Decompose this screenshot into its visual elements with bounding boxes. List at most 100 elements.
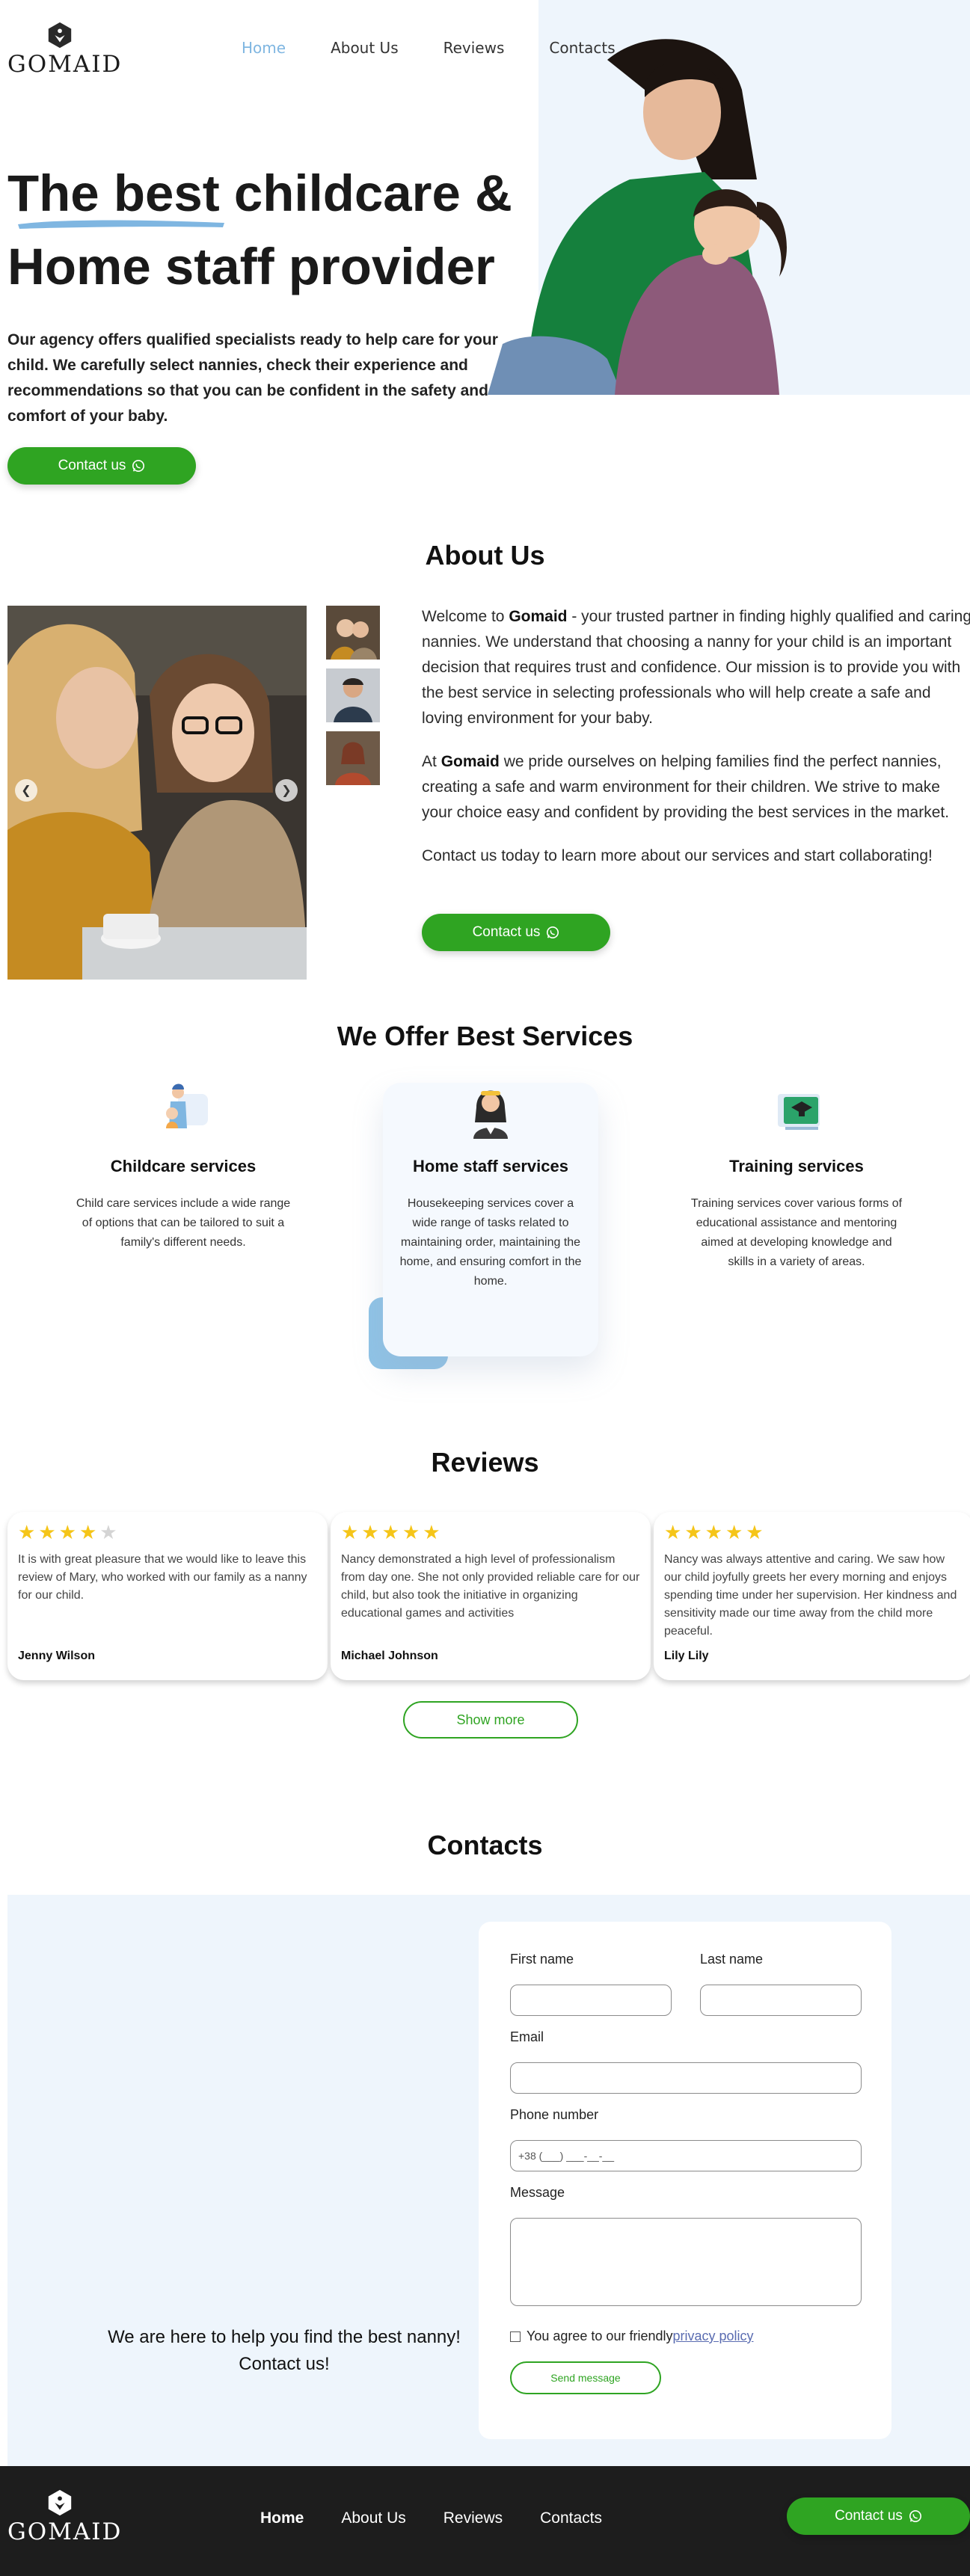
review-author: Michael Johnson [341,1650,438,1662]
hero-contact-button[interactable]: Contact us [7,447,196,485]
service-description: Housekeeping services cover a wide range… [399,1197,582,1288]
send-message-button[interactable]: Send message [510,2361,661,2394]
privacy-checkbox[interactable] [510,2331,521,2342]
footer-logo-text: GOMAID [7,2518,123,2545]
footer: GOMAID Home About Us Reviews Contacts Co… [0,2466,970,2576]
about-p2-prefix: At [422,753,441,770]
review-author: Lily Lily [664,1650,709,1662]
footer-nav-about-us[interactable]: About Us [341,2509,405,2527]
about-photo [7,606,307,980]
star-icon: ★ [79,1522,100,1544]
whatsapp-icon [909,2509,921,2523]
gomaid-logo-icon [48,22,72,49]
carousel-thumbnail[interactable] [326,606,380,660]
star-icon: ★ [664,1522,685,1544]
chevron-left-icon: ❮ [21,783,31,797]
about-carousel-image: ❮ ❯ [7,606,307,980]
about-p1-text: - your trusted partner in finding highly… [422,608,970,727]
chevron-right-icon: ❯ [281,783,292,797]
footer-contact-button[interactable]: Contact us [787,2497,970,2535]
review-author: Jenny Wilson [18,1650,95,1662]
whatsapp-icon [132,459,145,473]
review-card: ★★★★★ It is with great pleasure that we … [7,1512,328,1680]
phone-field[interactable]: +38 (___) ___-__-__ [510,2140,862,2171]
about-paragraph-2: At Gomaid we pride ourselves on helping … [422,749,970,826]
phone-label: Phone number [510,2107,599,2122]
star-icon: ★ [58,1522,79,1544]
review-text: Nancy was always attentive and caring. W… [664,1553,957,1638]
nav-home[interactable]: Home [242,39,286,57]
hero-description: Our agency offers qualified specialists … [7,331,498,425]
contacts-title: Contacts [427,1830,543,1860]
about-paragraph-1: Welcome to Gomaid - your trusted partner… [422,604,970,731]
privacy-policy-link[interactable]: privacy policy [672,2328,753,2344]
first-name-field[interactable] [510,1985,672,2016]
footer-nav: Home About Us Reviews Contacts [260,2509,602,2527]
message-label: Message [510,2185,565,2200]
review-text: It is with great pleasure that we would … [18,1553,307,1602]
show-more-button[interactable]: Show more [403,1701,578,1739]
star-rating: ★★★★★ [664,1519,963,1546]
star-icon: ★ [705,1522,725,1544]
footer-contact-button-label: Contact us [835,2508,903,2524]
footer-nav-home[interactable]: Home [260,2509,304,2527]
last-name-field[interactable] [700,1985,862,2016]
service-title: Training services [729,1157,864,1175]
carousel-thumbnail[interactable] [326,731,380,785]
star-icon: ★ [423,1522,443,1544]
hero-title: The best childcare & Home staff provider [7,157,576,304]
star-rating: ★★★★★ [18,1519,317,1546]
footer-nav-reviews[interactable]: Reviews [443,2509,503,2527]
about-text: Welcome to Gomaid - your trusted partner… [422,604,970,887]
privacy-text: You agree to our friendly [527,2328,673,2343]
hero-contact-button-label: Contact us [58,458,126,473]
service-training[interactable]: Training services Training services cove… [688,1080,905,1272]
star-icon: ★ [18,1522,39,1544]
hero-title-line1: The best childcare & [7,165,512,222]
star-icon: ★ [99,1522,120,1544]
star-icon: ★ [725,1522,746,1544]
star-icon: ★ [402,1522,423,1544]
services-title: We Offer Best Services [337,1021,633,1051]
email-field[interactable] [510,2062,862,2094]
message-textarea[interactable] [510,2218,862,2306]
footer-logo[interactable]: GOMAID [7,2489,123,2545]
training-icon [778,1094,820,1130]
about-p1-brand: Gomaid [509,608,568,625]
carousel-prev-arrow[interactable]: ❮ [15,779,37,802]
about-contact-button[interactable]: Contact us [422,914,610,951]
about-p1-prefix: Welcome to [422,608,509,625]
review-card: ★★★★★ Nancy was always attentive and car… [654,1512,970,1680]
carousel-next-arrow[interactable]: ❯ [275,779,298,802]
service-home-staff[interactable]: Home staff services Housekeeping service… [383,1080,598,1291]
carousel-thumbnail[interactable] [326,668,380,722]
star-rating: ★★★★★ [341,1519,640,1546]
logo[interactable]: GOMAID [7,21,123,78]
contact-tagline: We are here to help you find the best na… [108,2327,461,2374]
nav-about-us[interactable]: About Us [331,39,399,57]
about-p2-brand: Gomaid [441,753,500,770]
star-icon: ★ [381,1522,402,1544]
home-staff-icon [473,1090,508,1139]
about-title: About Us [425,540,545,571]
star-icon: ★ [684,1522,705,1544]
privacy-agreement: You agree to our friendly privacy policy [510,2328,754,2344]
star-icon: ★ [38,1522,59,1544]
childcare-icon [166,1083,208,1128]
service-childcare[interactable]: Childcare services Child care services i… [75,1080,292,1252]
hero-title-line2: Home staff provider [7,238,495,295]
star-icon: ★ [361,1522,382,1544]
hero-section: GOMAID Home About Us Reviews Contacts Th… [0,0,970,523]
service-title: Childcare services [110,1157,257,1175]
last-name-label: Last name [700,1952,764,1967]
service-description: Training services cover various forms of… [690,1197,903,1268]
footer-nav-contacts[interactable]: Contacts [540,2509,602,2527]
gomaid-logo-icon [48,2489,72,2516]
email-label: Email [510,2029,544,2044]
logo-text: GOMAID [7,51,123,78]
review-text: Nancy demonstrated a high level of profe… [341,1553,640,1620]
service-description: Child care services include a wide range… [76,1197,291,1249]
title-underline-decoration [18,220,224,229]
service-title: Home staff services [413,1157,568,1175]
first-name-label: First name [510,1952,574,1967]
